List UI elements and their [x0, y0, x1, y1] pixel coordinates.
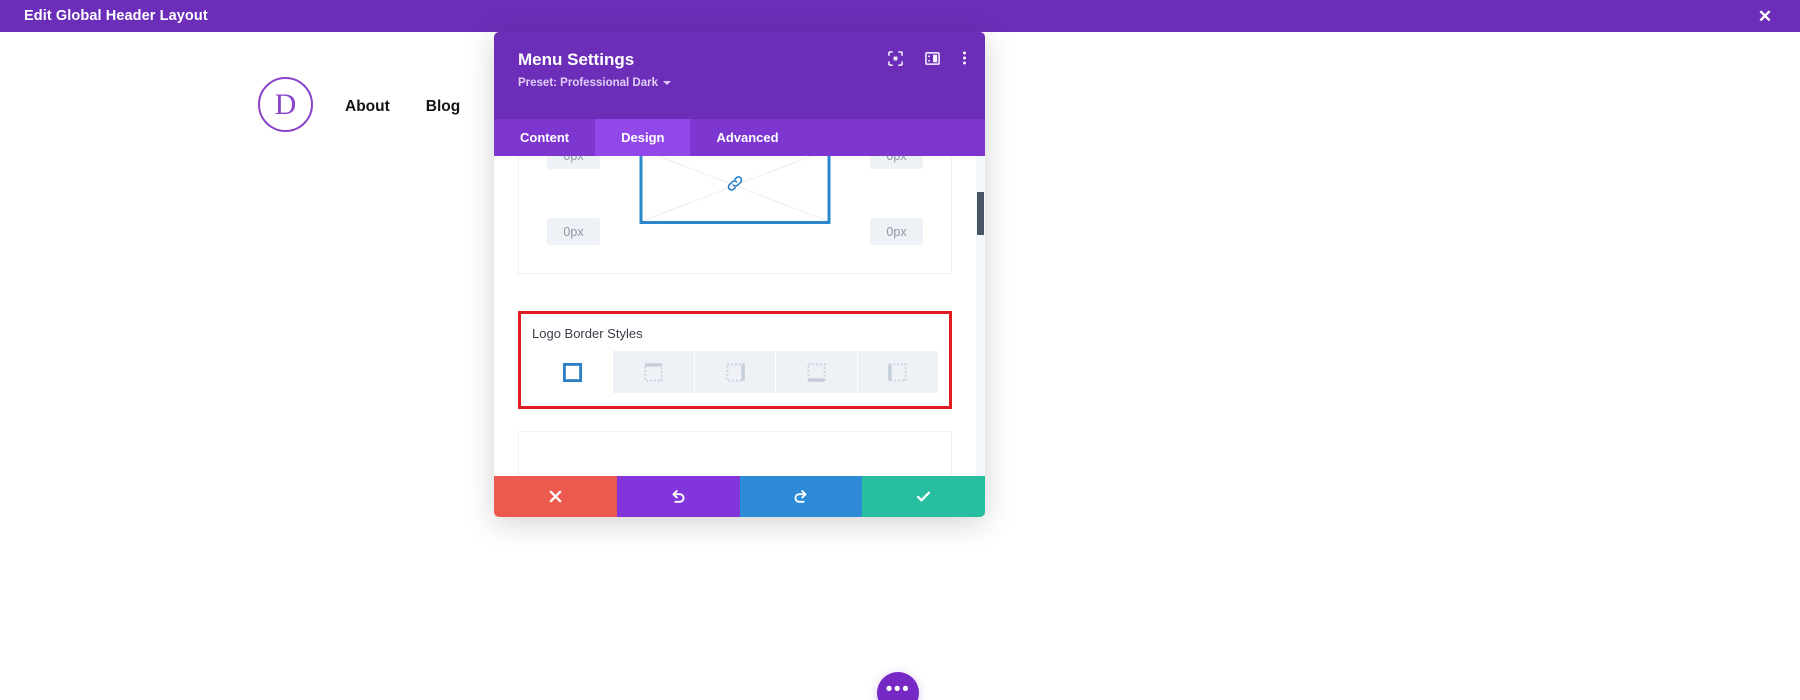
nav-item-about[interactable]: About	[345, 98, 390, 116]
tab-content[interactable]: Content	[494, 119, 595, 156]
modal-scrollbar-thumb[interactable]	[977, 192, 984, 235]
page-settings-fab[interactable]: •••	[877, 672, 919, 700]
redo-icon	[794, 490, 807, 503]
modal-footer	[494, 476, 985, 517]
logo-letter: D	[274, 87, 297, 121]
close-icon	[549, 490, 562, 503]
layout-columns-icon[interactable]	[925, 51, 940, 66]
link-icon[interactable]	[726, 174, 745, 198]
cancel-button[interactable]	[494, 476, 617, 517]
preset-label: Preset: Professional Dark	[518, 77, 658, 90]
modal-scrollbar-track[interactable]	[976, 156, 985, 476]
modal-header-actions	[888, 50, 967, 66]
save-button[interactable]	[862, 476, 985, 517]
border-width-preview-box[interactable]	[639, 156, 831, 224]
logo-circle-icon: D	[258, 77, 313, 132]
border-width-control: 0px 0px 0px 0px	[518, 156, 952, 274]
modal-body: 0px 0px 0px 0px	[494, 156, 985, 476]
undo-icon	[672, 490, 685, 503]
redo-button[interactable]	[739, 476, 863, 517]
check-icon	[917, 491, 931, 502]
next-setting-section	[518, 431, 952, 476]
settings-scroll-content: 0px 0px 0px 0px	[494, 156, 976, 476]
border-style-options	[532, 351, 939, 393]
modal-header: Menu Settings Preset: Professional Dark	[494, 32, 985, 119]
modal-tabs: Content Design Advanced	[494, 119, 985, 156]
logo-border-styles-section: Logo Border Styles	[518, 311, 952, 409]
nav-item-blog[interactable]: Blog	[426, 98, 460, 116]
tab-advanced[interactable]: Advanced	[690, 119, 804, 156]
border-width-bottom-right-input[interactable]: 0px	[870, 218, 923, 245]
kebab-menu-icon[interactable]	[962, 50, 967, 66]
chevron-down-icon	[662, 81, 671, 86]
border-width-top-left-input[interactable]: 0px	[547, 156, 600, 169]
page-title: Edit Global Header Layout	[24, 8, 208, 24]
border-right-option[interactable]	[694, 351, 777, 393]
close-icon[interactable]: ✕	[1752, 0, 1778, 32]
undo-button[interactable]	[616, 476, 740, 517]
border-left-option[interactable]	[857, 351, 939, 393]
border-all-option[interactable]	[532, 351, 614, 393]
border-width-bottom-left-input[interactable]: 0px	[547, 218, 600, 245]
border-width-top-right-input[interactable]: 0px	[870, 156, 923, 169]
border-top-option[interactable]	[613, 351, 695, 393]
menu-settings-modal: Menu Settings Preset: Professional Dark	[494, 32, 985, 517]
expand-icon[interactable]	[888, 50, 903, 66]
logo-border-styles-label: Logo Border Styles	[532, 326, 643, 341]
tab-design[interactable]: Design	[595, 119, 691, 156]
border-bottom-option[interactable]	[776, 351, 858, 393]
app-root: Edit Global Header Layout ✕ D About Blog…	[0, 0, 1800, 700]
site-logo[interactable]: D	[258, 77, 313, 132]
admin-topbar: Edit Global Header Layout ✕	[0, 0, 1800, 32]
preset-selector[interactable]: Preset: Professional Dark	[518, 77, 963, 89]
